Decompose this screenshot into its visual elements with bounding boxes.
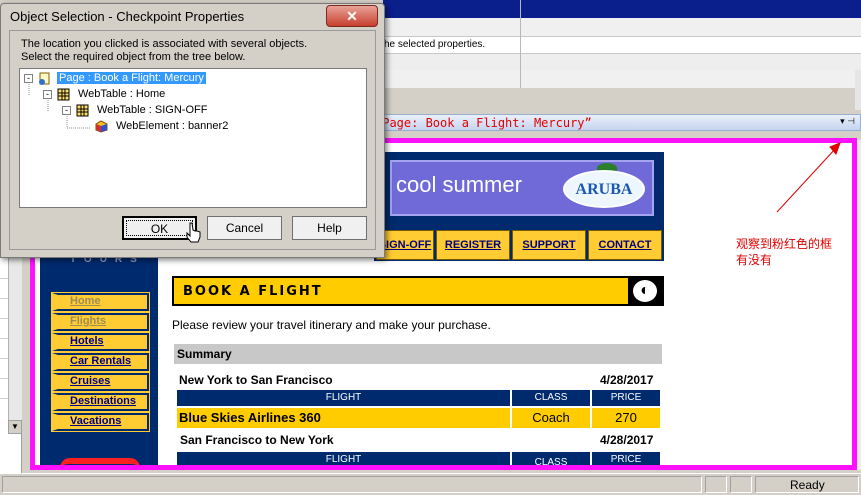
collapse-icon[interactable]: - [62, 106, 71, 115]
status-cell [2, 476, 702, 493]
mouse-cursor-icon [186, 222, 201, 243]
tree-node-webtable-signoff[interactable]: WebTable : SIGN-OFF [97, 104, 207, 116]
tree-node-page[interactable]: Page : Book a Flight: Mercury [57, 72, 206, 84]
status-cell [730, 476, 752, 493]
webtable-icon [57, 88, 70, 101]
page-icon [39, 72, 50, 85]
annotation-arrow [776, 142, 841, 213]
tree-node-webtable-home[interactable]: WebTable : Home [78, 88, 165, 100]
webtable-icon [76, 104, 89, 117]
help-button[interactable]: Help [292, 216, 367, 240]
collapse-icon[interactable]: - [24, 74, 33, 83]
cancel-button[interactable]: Cancel [207, 216, 282, 240]
collapse-icon[interactable]: - [43, 90, 52, 99]
tree-node-webelement-banner2[interactable]: WebElement : banner2 [116, 120, 228, 132]
status-text: Ready [790, 478, 825, 492]
status-cell [705, 476, 727, 493]
webelement-icon [95, 120, 108, 133]
